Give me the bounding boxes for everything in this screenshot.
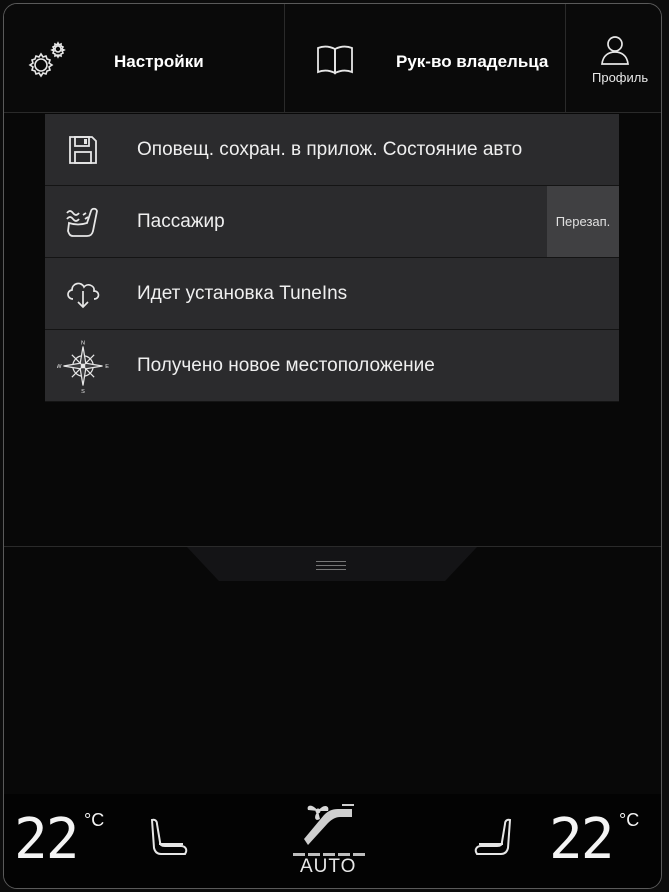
auto-button[interactable]: AUTO [300, 856, 356, 878]
restart-button[interactable]: Перезап. [547, 186, 619, 257]
settings-label: Настройки [114, 52, 204, 71]
compass-east-label: E [105, 363, 109, 369]
gear-icon [26, 41, 70, 81]
left-temperature-unit: °C [84, 810, 105, 830]
app-frame: Настройки Рук-во владельца Профиль Опове… [3, 3, 662, 889]
user-icon [600, 34, 630, 66]
floppy-disk-icon [57, 114, 109, 185]
driver-seat-heat-icon[interactable] [147, 816, 195, 856]
profile-label: Профиль [592, 70, 649, 85]
notification-item[interactable]: N S W E Получено новое местоположение [45, 330, 619, 402]
passenger-seat-heat-icon[interactable] [467, 816, 515, 856]
profile-button[interactable]: Профиль [566, 4, 661, 112]
left-temperature[interactable]: 22 [14, 812, 79, 868]
notification-text: Получено новое местоположение [137, 354, 435, 376]
fan-auto-icon[interactable] [298, 799, 360, 851]
compass-west-label: W [57, 363, 62, 369]
compass-north-label: N [81, 340, 85, 346]
notification-item[interactable]: Оповещ. сохран. в прилож. Состояние авто [45, 114, 619, 186]
notification-text: Оповещ. сохран. в прилож. Состояние авто [137, 138, 523, 160]
seat-heat-icon [57, 186, 109, 257]
drawer-divider [4, 546, 661, 547]
notification-item[interactable]: Пассажир Перезап. [45, 186, 619, 258]
notification-text: Пассажир [137, 210, 225, 232]
owners-manual-tab[interactable]: Рук-во владельца [285, 4, 565, 112]
notification-item[interactable]: Идет установка TuneIns [45, 258, 619, 330]
settings-tab[interactable]: Настройки [4, 4, 284, 112]
right-temperature[interactable]: 22 [549, 812, 614, 868]
right-temperature-unit: °C [619, 810, 640, 830]
compass-icon: N S W E [57, 330, 109, 401]
compass-south-label: S [81, 388, 85, 394]
notification-list: Оповещ. сохран. в прилож. Состояние авто… [45, 114, 619, 402]
owners-manual-label: Рук-во владельца [396, 52, 549, 71]
book-icon [315, 44, 355, 76]
top-bar: Настройки Рук-во владельца Профиль [4, 4, 661, 113]
notification-text: Идет установка TuneIns [137, 282, 348, 304]
cloud-download-icon [57, 258, 109, 329]
drawer-grip-icon[interactable] [316, 561, 346, 573]
